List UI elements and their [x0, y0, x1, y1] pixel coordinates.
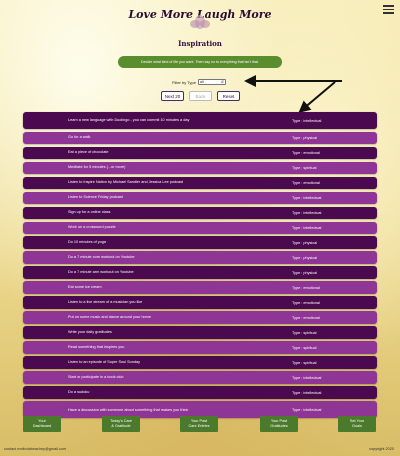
list-item[interactable]: Learn a new language with Duolingo - you…	[23, 112, 377, 129]
list-item-type: Type : intellectual	[292, 375, 322, 380]
list-item-type: Type : physical	[292, 255, 318, 260]
list-item-text: Do a 7 minute core workout on Youtube	[68, 255, 135, 260]
filter-row: Filter by Type all ⇵	[172, 78, 226, 86]
list-item-type: Type : spiritual	[292, 360, 317, 365]
list-item-text: Learn a new language with Duolingo - you…	[68, 118, 190, 123]
lotus-icon	[190, 15, 210, 29]
hamburger-menu-icon[interactable]	[383, 5, 394, 14]
list-item[interactable]: Listen to a live stream of a musician yo…	[23, 296, 377, 309]
nav-label-line2: & Gratitude	[111, 424, 131, 428]
list-item-type: Type : emotional	[292, 300, 320, 305]
nav-label-line2: Care Entries	[188, 424, 210, 428]
chevron-down-icon: ⇵	[221, 80, 224, 84]
list-item[interactable]: Go for a walk Type : physical	[23, 131, 377, 144]
list-item[interactable]: Meditate for 5 minutes (...or more) Type …	[23, 161, 377, 174]
list-item[interactable]: Do a 7 minute arm workout on Youtube Type…	[23, 266, 377, 279]
list-item[interactable]: Do a 7 minute core workout on Youtube Typ…	[23, 251, 377, 264]
list-item[interactable]: Listen to an episode of Super Soul Sunda…	[23, 356, 377, 369]
list-item-type: Type : spiritual	[292, 330, 317, 335]
list-item-type: Type : physical	[292, 135, 318, 140]
set-goals-button[interactable]: Set Your Goals	[338, 416, 376, 432]
footer-navigation: Your Dashboard Today's Care & Gratitude Your…	[0, 416, 400, 432]
list-item-text: Meditate for 5 minutes (...or more)	[68, 165, 126, 170]
list-item[interactable]: Eat a piece of chocolate Type : emotional	[23, 146, 377, 159]
todays-care-button[interactable]: Today's Care & Gratitude	[102, 416, 140, 432]
list-item-text: Listen to a live stream of a musician yo…	[68, 300, 143, 305]
list-item-type: Type : spiritual	[292, 345, 317, 350]
list-item-text: Read something that inspires you	[68, 345, 125, 350]
list-item-type: Type : intellectual	[292, 210, 322, 215]
filter-label: Filter by Type	[172, 79, 196, 85]
list-item[interactable]: Write your daily gratitudes Type : spirit…	[23, 326, 377, 339]
list-item-type: Type : intellectual	[292, 195, 322, 200]
quote-banner: Decide what kind of life you want. Then …	[118, 56, 282, 68]
list-item-type: Type : physical	[292, 270, 318, 275]
footer: contact melindabeachey@gmail.com copyrig…	[0, 446, 400, 454]
past-gratitudes-button[interactable]: Your Past Gratitudes	[260, 416, 298, 432]
contact-email[interactable]: contact melindabeachey@gmail.com	[4, 447, 66, 451]
list-item-type: Type : spiritual	[292, 165, 317, 170]
list-item-type: Type : intellectual	[292, 390, 322, 395]
list-item-text: Listen to Science Friday podcast	[68, 195, 123, 200]
list-item-text: Write your daily gratitudes	[68, 330, 112, 335]
header: Love More Laugh More	[0, 0, 400, 30]
nav-label-line2: Dashboard	[32, 424, 52, 428]
list-item[interactable]: Sign up for a online class Type : intelle…	[23, 206, 377, 219]
nav-label-line2: Goals	[352, 424, 362, 428]
arrow-down	[298, 81, 336, 113]
back-button[interactable]: Back	[189, 91, 212, 101]
list-item[interactable]: Read something that inspires you Type : s…	[23, 341, 377, 354]
list-item[interactable]: Put on some music and dance around your …	[23, 311, 377, 324]
list-item-type: Type : intellectual	[292, 118, 322, 123]
list-item[interactable]: Work on a crossword puzzle Type : intelle…	[23, 221, 377, 234]
list-item-text: Work on a crossword puzzle	[68, 225, 116, 230]
copyright: copyright 2020	[369, 447, 394, 451]
list-item-text: Listen to an episode of Super Soul Sunda…	[68, 360, 140, 365]
list-item-type: Type : emotional	[292, 150, 320, 155]
next-20-button[interactable]: Next 20	[161, 91, 184, 101]
list-item[interactable]: Do a sudoku Type : intellectual	[23, 386, 377, 399]
list-item-text: Put on some music and dance around your …	[68, 315, 151, 320]
list-item-text: Do a 7 minute arm workout on Youtube	[68, 270, 134, 275]
list-item[interactable]: Listen to Inspire Nation by Michael Sand…	[23, 176, 377, 189]
list-item[interactable]: Eat some ice cream Type : emotional	[23, 281, 377, 294]
list-item-text: Listen to Inspire Nation by Michael Sand…	[68, 180, 184, 185]
list-item-text: Sign up for a online class	[68, 210, 111, 215]
list-item-text: Do a sudoku	[68, 390, 90, 395]
list-item[interactable]: Start or participate in a book club Type …	[23, 371, 377, 384]
list-item-type: Type : emotional	[292, 315, 320, 320]
list-item-type: Type : emotional	[292, 180, 320, 185]
list-item[interactable]: Listen to Science Friday podcast Type : i…	[23, 191, 377, 204]
nav-label-line2: Gratitudes	[270, 424, 288, 428]
dashboard-button[interactable]: Your Dashboard	[23, 416, 61, 432]
inspiration-list: Learn a new language with Duolingo - you…	[23, 112, 377, 421]
list-item-text: Eat some ice cream	[68, 285, 102, 290]
page-title: Inspiration	[178, 39, 222, 48]
list-item-text: Start or participate in a book club	[68, 375, 124, 380]
filter-type-select[interactable]: all ⇵	[197, 79, 226, 85]
list-item-type: Type : emotional	[292, 285, 320, 290]
reset-button[interactable]: Reset	[217, 91, 240, 101]
list-item[interactable]: Do 10 minutes of yoga Type : physical	[23, 236, 377, 249]
list-item-text: Do 10 minutes of yoga	[68, 240, 106, 245]
list-item-type: Type : physical	[292, 240, 318, 245]
filter-selected-value: all	[199, 80, 204, 84]
list-item-type: Type : intellectual	[292, 225, 322, 230]
list-item-text: Eat a piece of chocolate	[68, 150, 109, 155]
list-item-text: Go for a walk	[68, 135, 91, 140]
past-care-entries-button[interactable]: Your Past Care Entries	[180, 416, 218, 432]
